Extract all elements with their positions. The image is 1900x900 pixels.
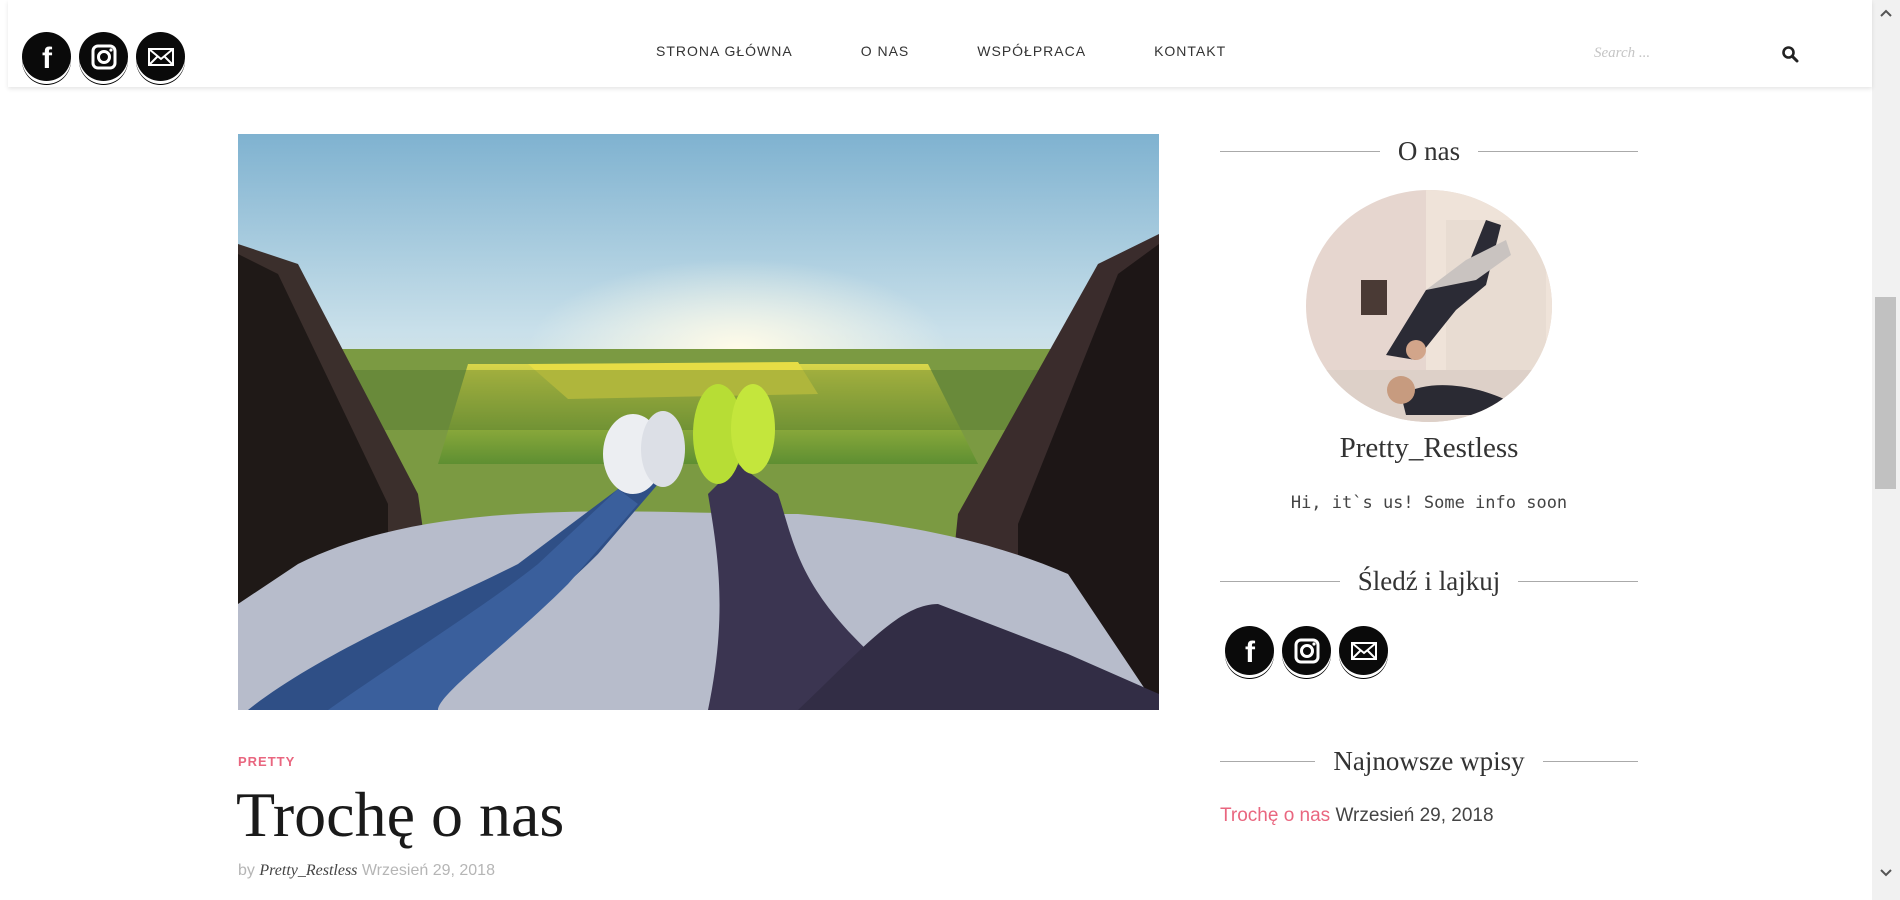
facebook-icon[interactable]: f	[22, 32, 71, 81]
recent-post-item: Trochę o nas Wrzesień 29, 2018	[1220, 805, 1494, 827]
byline-by: by	[238, 862, 255, 879]
recent-post-date: Wrzesień 29, 2018	[1335, 805, 1494, 826]
search-input[interactable]	[1594, 40, 1764, 66]
recent-posts-widget-title-text: Najnowsze wpisy	[1333, 746, 1525, 776]
post-featured-image[interactable]	[238, 134, 1159, 710]
nav-item-contact[interactable]: KONTAKT	[1154, 43, 1226, 59]
instagram-icon[interactable]	[79, 32, 128, 81]
nav-item-cooperation[interactable]: WSPÓŁPRACA	[977, 43, 1086, 59]
scroll-down-arrow-icon[interactable]	[1872, 862, 1900, 884]
search-icon[interactable]	[1781, 45, 1799, 63]
site-header: f STRONA GŁÓWNA O NAS WSPÓŁPRACA KONTAKT	[8, 0, 1872, 87]
title-divider	[1220, 151, 1380, 152]
nav-item-home[interactable]: STRONA GŁÓWNA	[656, 43, 793, 59]
profile-avatar	[1306, 190, 1552, 422]
post-date: Wrzesień 29, 2018	[361, 862, 495, 879]
page-scrollbar[interactable]	[1872, 0, 1900, 900]
scroll-thumb[interactable]	[1875, 297, 1896, 489]
svg-text:f: f	[42, 42, 53, 74]
svg-text:f: f	[1245, 636, 1256, 668]
main-nav: STRONA GŁÓWNA O NAS WSPÓŁPRACA KONTAKT	[656, 43, 1226, 59]
follow-widget-title: Śledź i lajkuj	[1220, 566, 1639, 597]
nav-item-about[interactable]: O NAS	[861, 43, 910, 59]
post-author-link[interactable]: Pretty_Restless	[259, 862, 357, 879]
title-divider	[1518, 581, 1639, 582]
title-divider	[1478, 151, 1638, 152]
recent-post-link[interactable]: Trochę o nas	[1220, 805, 1330, 826]
facebook-icon[interactable]: f	[1225, 626, 1274, 675]
post-category[interactable]: PRETTY	[238, 754, 295, 769]
instagram-icon[interactable]	[1282, 626, 1331, 675]
post-title[interactable]: Trochę o nas	[236, 778, 564, 852]
follow-widget-title-text: Śledź i lajkuj	[1357, 566, 1501, 596]
profile-name: Pretty_Restless	[1339, 432, 1519, 464]
mail-icon[interactable]	[136, 32, 185, 81]
recent-posts-widget-title: Najnowsze wpisy	[1220, 746, 1638, 777]
post-byline: by Pretty_Restless Wrzesień 29, 2018	[238, 862, 495, 880]
mail-icon[interactable]	[1339, 626, 1388, 675]
title-divider	[1542, 761, 1638, 762]
about-widget-title: O nas	[1220, 136, 1638, 167]
about-widget-title-text: O nas	[1397, 136, 1461, 166]
title-divider	[1220, 761, 1316, 762]
scroll-up-arrow-icon[interactable]	[1872, 2, 1900, 24]
sidebar-social-links: f	[1225, 626, 1388, 675]
title-divider	[1220, 581, 1340, 582]
profile-bio: Hi, it`s us! Some info soon	[1290, 493, 1568, 513]
header-social-links: f	[22, 32, 185, 81]
